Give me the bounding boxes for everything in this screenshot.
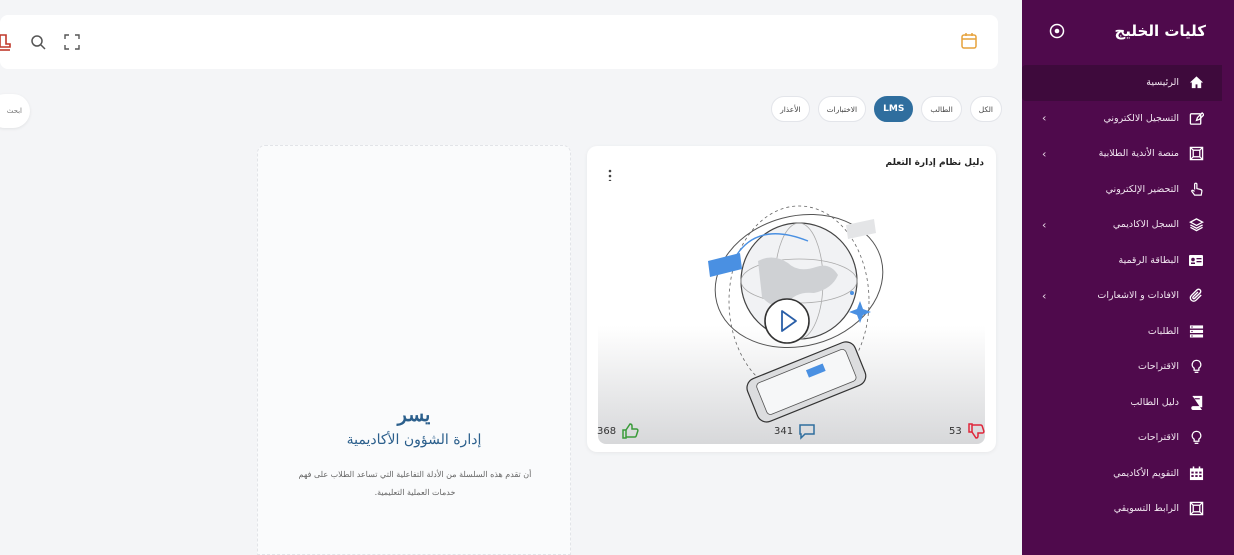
academic-affairs-card[interactable]: يسر إدارة الشؤون الأكاديمية أن تقدم هذه … xyxy=(257,145,571,555)
home-icon xyxy=(1188,75,1204,91)
top-bar-tools xyxy=(0,32,80,52)
top-bar xyxy=(0,15,998,69)
sidebar-item[interactable]: الاقتراحات xyxy=(1022,349,1234,385)
comment-icon xyxy=(799,424,815,440)
sidebar: كليات الخليج الرئيسية التسجيل الالكتروني ›… xyxy=(1022,0,1234,555)
app-page: ابحث الكل الطالب LMS الاختبارات الأعذار … xyxy=(0,0,1234,555)
sidebar-toggle-icon[interactable] xyxy=(1048,22,1066,40)
likes-count: 368 xyxy=(597,425,617,437)
sidebar-item[interactable]: البطاقة الرقمية xyxy=(1022,243,1234,279)
more-menu-icon[interactable] xyxy=(607,168,613,183)
sidebar-item[interactable]: التقويم الأكاديمي xyxy=(1022,456,1234,492)
sidebar-item-label: دليل الطالب xyxy=(1130,396,1179,408)
sidebar-item-label: الاقتراحات xyxy=(1137,432,1179,444)
chevron-icon[interactable]: › xyxy=(1042,289,1046,302)
sidebar-item-label: الرئيسية xyxy=(1146,77,1179,89)
calendar-icon[interactable] xyxy=(960,32,978,50)
sidebar-item-label: التحضير الإلكتروني xyxy=(1105,183,1179,195)
sidebar-item-label: الرابط التسويقي xyxy=(1113,503,1179,515)
sidebar-item-label: التقويم الأكاديمي xyxy=(1113,467,1179,479)
lms-guide-card: دليل نظام إدارة التعلم 368 341 53 xyxy=(587,146,996,452)
dislikes-stat[interactable]: 53 xyxy=(949,422,985,440)
sidebar-item[interactable]: الرئيسية xyxy=(1022,65,1222,101)
sidebar-item[interactable]: دليل الطالب xyxy=(1022,385,1234,421)
tab-lms[interactable]: LMS xyxy=(874,96,914,122)
list-icon xyxy=(1188,323,1204,339)
sidebar-title: كليات الخليج xyxy=(1114,22,1206,40)
comments-stat[interactable]: 341 xyxy=(774,422,816,440)
filter-tabs: الكل الطالب LMS الاختبارات الأعذار xyxy=(771,96,1002,122)
sidebar-item[interactable]: الرابط التسويقي xyxy=(1022,491,1234,527)
sidebar-item[interactable]: الاقتراحات xyxy=(1022,420,1234,456)
sidebar-item-label: السجل الاكاديمي xyxy=(1112,219,1179,231)
sidebar-item-label: الاقتراحات xyxy=(1137,361,1179,373)
layers-icon xyxy=(1188,217,1204,233)
tab-excuses[interactable]: الأعذار xyxy=(771,96,810,122)
comments-count: 341 xyxy=(774,425,794,437)
dislikes-count: 53 xyxy=(949,425,962,437)
chevron-icon[interactable]: › xyxy=(1042,218,1046,231)
sidebar-item-label: منصة الأندية الطلابية xyxy=(1098,148,1179,160)
sidebar-item[interactable]: منصة الأندية الطلابية › xyxy=(1022,136,1234,172)
lightbulb-icon xyxy=(1188,430,1204,446)
video-thumbnail[interactable] xyxy=(598,181,985,444)
search-icon[interactable] xyxy=(30,34,46,50)
chevron-icon[interactable]: › xyxy=(1042,112,1046,125)
sidebar-item[interactable]: السجل الاكاديمي › xyxy=(1022,207,1234,243)
sidebar-item[interactable]: التحضير الإلكتروني xyxy=(1022,172,1234,208)
edit-icon xyxy=(1188,110,1204,126)
card-stats: 368 341 53 xyxy=(587,414,996,444)
sidebar-header: كليات الخليج xyxy=(1022,0,1234,62)
frame-icon xyxy=(1188,146,1204,162)
sidebar-item-label: التسجيل الالكتروني xyxy=(1103,112,1179,124)
tab-exams[interactable]: الاختبارات xyxy=(817,96,867,122)
thumbs-down-icon xyxy=(967,423,985,439)
sidebar-item[interactable]: الافادات و الاشعارات › xyxy=(1022,278,1234,314)
sidebar-item[interactable]: التسجيل الالكتروني › xyxy=(1022,101,1234,137)
sidebar-item-label: الافادات و الاشعارات xyxy=(1097,290,1179,302)
card-heading: إدارة الشؤون الأكاديمية xyxy=(346,432,482,448)
sidebar-item[interactable]: الطلبات xyxy=(1022,314,1234,350)
frame-icon xyxy=(1188,501,1204,517)
likes-stat[interactable]: 368 xyxy=(597,422,639,440)
tab-student[interactable]: الطالب xyxy=(921,96,962,122)
hand-pointer-icon xyxy=(1188,181,1204,197)
book-icon xyxy=(1188,394,1204,410)
card-description: أن تقدم هذه السلسلة من الأدلة التفاعلية … xyxy=(298,470,532,497)
chevron-icon[interactable]: › xyxy=(1042,147,1046,160)
card-title: دليل نظام إدارة التعلم xyxy=(885,158,984,168)
lightbulb-icon xyxy=(1188,359,1204,375)
fullscreen-icon[interactable] xyxy=(64,34,80,50)
paperclip-icon xyxy=(1188,288,1204,304)
id-card-icon xyxy=(1188,252,1204,268)
sidebar-item-label: الطلبات xyxy=(1147,325,1179,337)
sidebar-item-label: البطاقة الرقمية xyxy=(1118,254,1179,266)
sidebar-menu: الرئيسية التسجيل الالكتروني › منصة الأندية … xyxy=(1022,65,1234,527)
calendar-grid-icon xyxy=(1188,465,1204,481)
yusr-logo: يسر xyxy=(397,404,431,426)
thumbs-up-icon xyxy=(622,423,639,439)
notification-icon[interactable] xyxy=(0,32,12,52)
search-input[interactable]: ابحث xyxy=(0,94,30,128)
tab-all[interactable]: الكل xyxy=(969,96,1002,122)
